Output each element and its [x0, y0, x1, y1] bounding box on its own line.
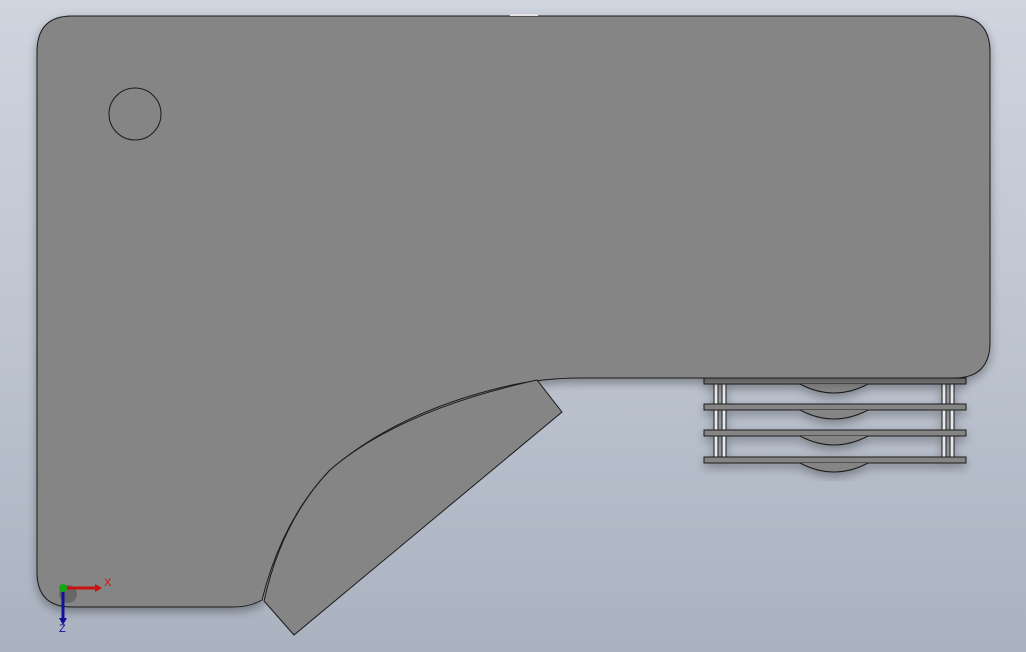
- grommet-hole[interactable]: [108, 87, 162, 141]
- drawer-panel-bottom: [703, 456, 967, 464]
- drawer-panel-2: [703, 429, 967, 437]
- top-edge-highlight: [510, 14, 538, 16]
- desk-top-plate[interactable]: [36, 15, 991, 608]
- drawer-panel-1: [703, 403, 967, 411]
- y-axis-origin: [59, 584, 67, 592]
- drawer-unit[interactable]: [703, 377, 967, 473]
- cad-viewport[interactable]: X Z: [0, 0, 1026, 652]
- x-axis-label: X: [104, 577, 112, 589]
- drawer-rails: [713, 383, 955, 458]
- drawer-panel-top: [703, 377, 967, 385]
- z-axis-label: Z: [59, 623, 66, 635]
